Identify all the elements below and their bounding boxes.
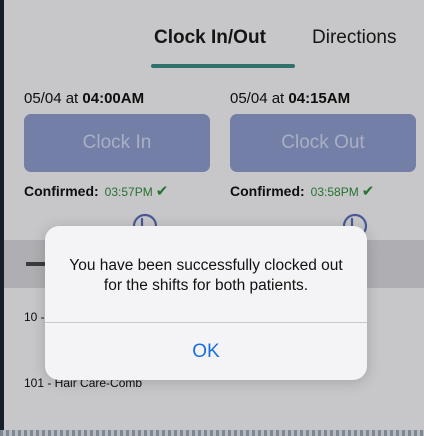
app-screen: Clock In/Out Directions 05/04 at 04:00AM… <box>0 0 424 436</box>
alert-message: You have been successfully clocked out f… <box>69 257 343 294</box>
ok-button[interactable]: OK <box>45 323 367 380</box>
success-alert-dialog: You have been successfully clocked out f… <box>45 226 367 380</box>
